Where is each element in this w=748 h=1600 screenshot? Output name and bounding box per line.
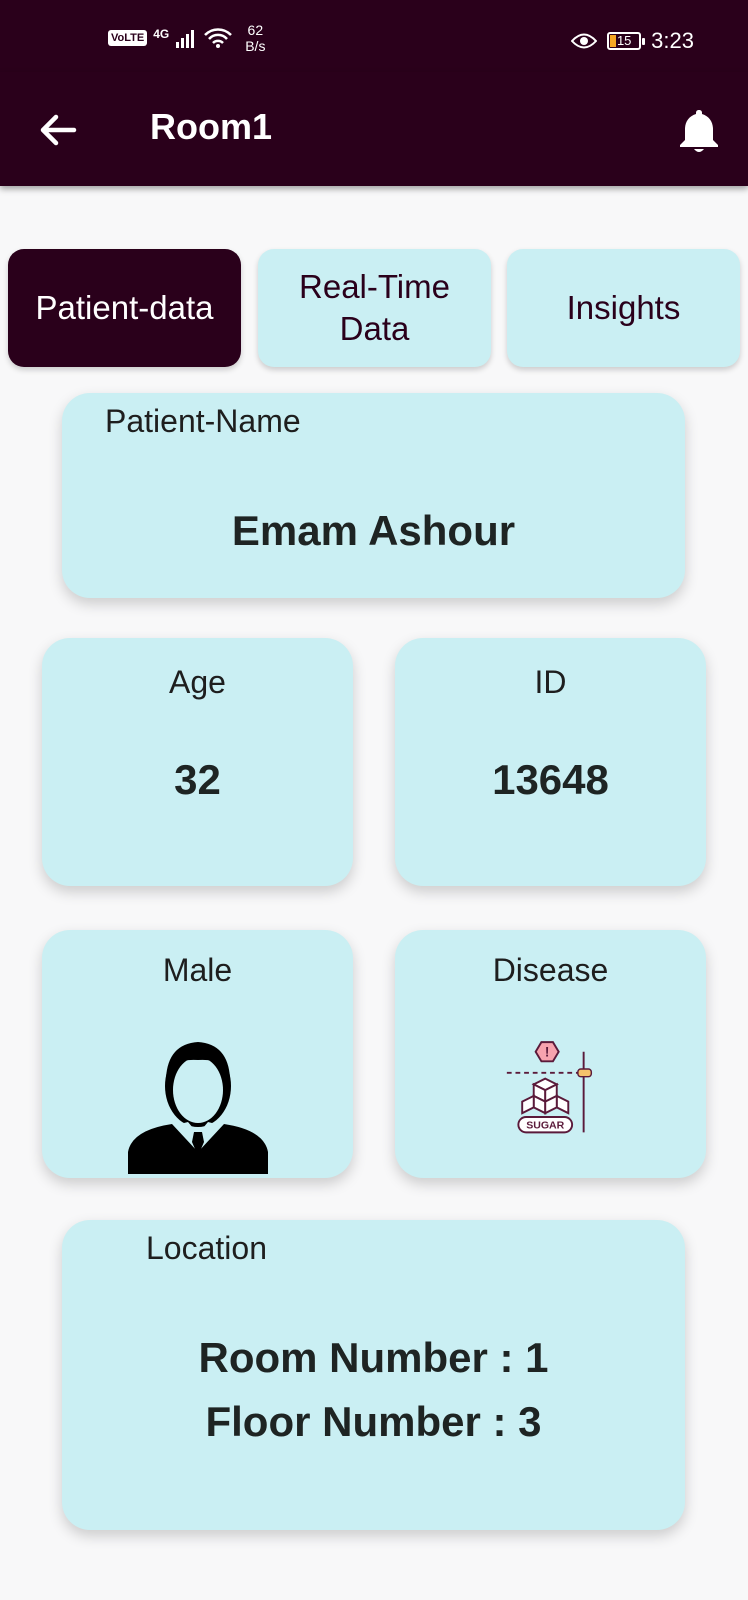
location-card: Location Room Number : 1 Floor Number : … <box>62 1220 685 1530</box>
network-type: 4G <box>153 27 170 41</box>
age-card: Age 32 <box>42 638 353 886</box>
bell-icon[interactable] <box>676 106 722 154</box>
svg-text:!: ! <box>545 1045 549 1060</box>
age-value: 32 <box>174 756 221 803</box>
battery-indicator: 15 <box>607 32 646 50</box>
gender-card: Male <box>42 930 353 1178</box>
age-label: Age <box>169 664 226 700</box>
battery-level: 15 <box>616 33 632 48</box>
status-bar: VoLTE 4G 62 B/s 15 3:23 <box>0 0 748 72</box>
wifi-icon <box>204 28 233 48</box>
eye-icon <box>571 33 598 49</box>
room-number: Room Number : 1 <box>198 1334 549 1381</box>
battery-fill <box>610 35 617 47</box>
location-label: Location <box>146 1230 267 1266</box>
disease-label: Disease <box>492 952 609 988</box>
app-bar: Room1 <box>0 72 748 186</box>
sugar-icon-text: SUGAR <box>526 1120 564 1132</box>
tab-real-time-data[interactable]: Real-Time Data <box>258 249 491 367</box>
disease-card: Disease ! SUGAR <box>395 930 706 1178</box>
patient-name-label: Patient-Name <box>105 403 301 439</box>
floor-number: Floor Number : 3 <box>205 1398 542 1445</box>
sugar-diabetes-icon: ! SUGAR <box>506 1041 593 1134</box>
network-speed-unit: B/s <box>245 38 266 54</box>
network-speed: 62 B/s <box>245 22 265 54</box>
arrow-left-icon[interactable] <box>36 108 80 152</box>
page-title: Room1 <box>150 106 273 147</box>
volte-indicator: VoLTE <box>108 30 148 46</box>
tab-insights[interactable]: Insights <box>507 249 740 367</box>
clock: 3:23 <box>651 28 694 53</box>
tab-patient-data[interactable]: Patient-data <box>8 249 241 367</box>
status-bar-right: 15 3:23 <box>571 28 694 54</box>
network-speed-value: 62 <box>247 22 264 38</box>
patient-name-value: Emam Ashour <box>231 507 516 554</box>
signal-icon <box>176 30 195 48</box>
patient-name-card: Patient-Name Emam Ashour <box>62 393 685 598</box>
gender-label: Male <box>162 952 233 988</box>
status-bar-left: VoLTE 4G 62 B/s <box>108 22 265 54</box>
id-label: ID <box>534 664 567 700</box>
male-avatar-icon <box>128 1042 268 1174</box>
id-card: ID 13648 <box>395 638 706 886</box>
id-value: 13648 <box>492 756 609 803</box>
